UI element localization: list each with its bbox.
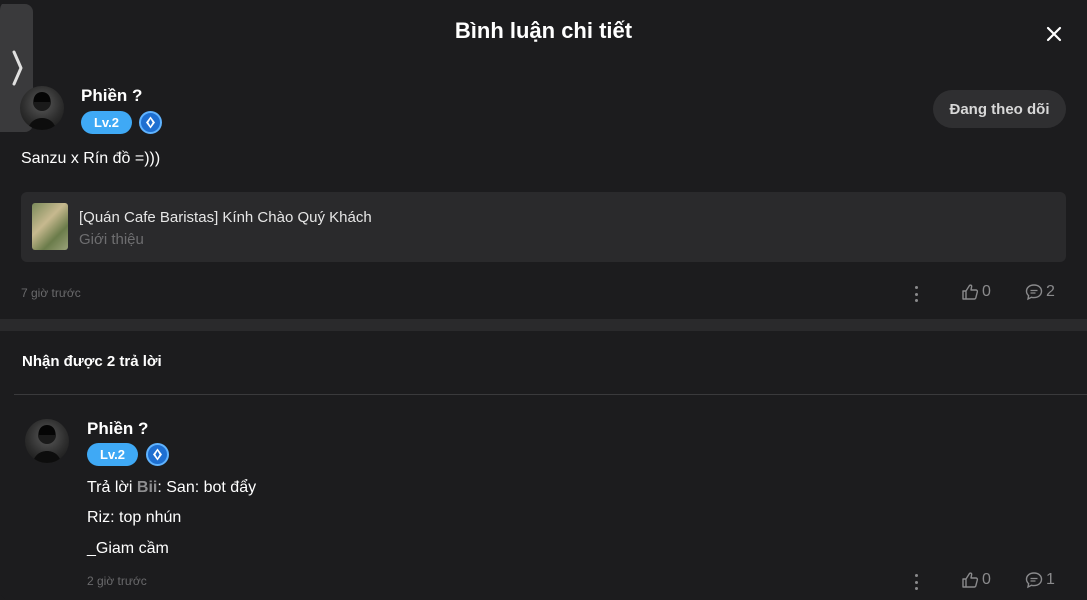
post-title: [Quán Cafe Baristas] Kính Chào Quý Khách bbox=[79, 209, 372, 226]
post-subtitle: Giới thiệu bbox=[79, 231, 144, 248]
linked-post-card[interactable]: [Quán Cafe Baristas] Kính Chào Quý Khách… bbox=[21, 192, 1066, 262]
comment-bubble-icon bbox=[1025, 572, 1043, 589]
replies-header: Nhận được 2 trả lời bbox=[22, 353, 162, 370]
like-count: 0 bbox=[982, 283, 991, 300]
section-divider bbox=[0, 319, 1087, 331]
reply-timestamp: 2 giờ trước bbox=[87, 574, 147, 588]
close-icon bbox=[1046, 26, 1062, 42]
following-button[interactable]: Đang theo dõi bbox=[933, 90, 1066, 128]
reply-count: 2 bbox=[1046, 283, 1055, 300]
page-title: Bình luận chi tiết bbox=[454, 18, 633, 43]
reply-reply-button[interactable]: 1 bbox=[1025, 571, 1055, 589]
reply-avatar[interactable] bbox=[25, 419, 69, 463]
close-button[interactable] bbox=[1042, 22, 1066, 46]
post-thumbnail bbox=[32, 203, 68, 250]
comment-detail-panel: Bình luận chi tiết Phiền ? Lv.2 Đang the… bbox=[0, 0, 1087, 600]
avatar-image bbox=[28, 92, 56, 130]
diamond-badge-icon bbox=[139, 111, 162, 134]
chevron-right-icon bbox=[12, 50, 22, 86]
diamond-badge-icon bbox=[146, 443, 169, 466]
comment-timestamp: 7 giờ trước bbox=[21, 286, 81, 300]
comment-bubble-icon bbox=[1025, 284, 1043, 301]
avatar-image bbox=[33, 425, 61, 463]
level-badge: Lv.2 bbox=[87, 443, 138, 466]
reply-count: 1 bbox=[1046, 571, 1055, 588]
more-options-icon[interactable] bbox=[913, 286, 919, 302]
reply-text-line-1: Trả lời Bii: San: bot đẩy bbox=[87, 479, 256, 497]
reply-line-1-text: : San: bot đẩy bbox=[157, 479, 257, 496]
like-button[interactable]: 0 bbox=[961, 283, 991, 301]
reply-like-button[interactable]: 0 bbox=[961, 571, 991, 589]
comment-text: Sanzu x Rín đồ =))) bbox=[21, 150, 161, 167]
avatar[interactable] bbox=[20, 86, 64, 130]
level-badge: Lv.2 bbox=[81, 111, 132, 134]
reply-text-line-3: _Giam cầm bbox=[87, 540, 169, 557]
reply-button[interactable]: 2 bbox=[1025, 283, 1055, 301]
mention-link[interactable]: Bii bbox=[137, 479, 157, 496]
comment-username[interactable]: Phiền ? bbox=[81, 86, 142, 106]
reply-text-line-2: Riz: top nhún bbox=[87, 509, 182, 526]
reply-username[interactable]: Phiền ? bbox=[87, 419, 148, 439]
thumbs-up-icon bbox=[962, 284, 979, 300]
like-count: 0 bbox=[982, 571, 991, 588]
reply-prefix: Trả lời bbox=[87, 479, 137, 496]
more-options-icon[interactable] bbox=[913, 574, 919, 590]
divider bbox=[14, 394, 1087, 395]
thumbs-up-icon bbox=[962, 572, 979, 588]
